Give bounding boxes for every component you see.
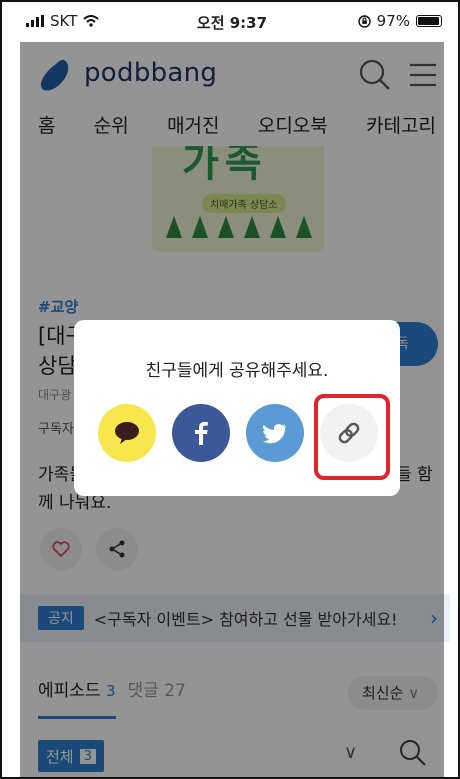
facebook-icon: [195, 421, 208, 445]
battery-percent: 97%: [376, 12, 410, 30]
link-highlight-annotation: [314, 394, 390, 480]
share-modal-title: 친구들에게 공유해주세요.: [145, 361, 329, 381]
orientation-lock-icon: [357, 14, 371, 28]
status-right: 97%: [357, 12, 442, 30]
kakaotalk-icon: [115, 422, 139, 444]
battery-icon: [416, 15, 442, 27]
share-kakaotalk-button[interactable]: [98, 404, 156, 462]
status-bar: SKT 오전 9:37 97%: [2, 2, 458, 42]
share-twitter-button[interactable]: [246, 404, 304, 462]
twitter-icon: [262, 423, 287, 444]
phone-screen: SKT 오전 9:37 97% podbbang 홈 순위 매거진 오디오북 카…: [0, 0, 460, 779]
share-facebook-button[interactable]: [172, 404, 230, 462]
